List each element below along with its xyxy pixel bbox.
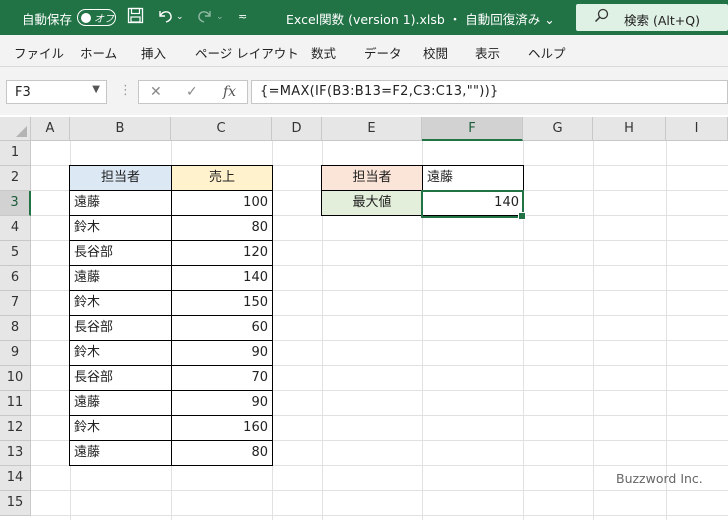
- row-header-1[interactable]: 1: [0, 141, 31, 166]
- row-header-15[interactable]: 15: [0, 491, 31, 516]
- active-cell-indicator[interactable]: [421, 190, 526, 220]
- tab-insert[interactable]: 挿入: [141, 43, 166, 62]
- row-header-14[interactable]: 14: [0, 466, 31, 491]
- tab-file[interactable]: ファイル: [14, 43, 64, 62]
- row-header-4[interactable]: 4: [0, 216, 31, 241]
- redo-dropdown-icon[interactable]: ⌄: [216, 12, 224, 22]
- row-header-13[interactable]: 13: [0, 441, 31, 466]
- sales-cell[interactable]: 100: [171, 190, 273, 216]
- sales-cell[interactable]: 160: [171, 415, 273, 441]
- search-icon: [594, 8, 609, 27]
- row-header-10[interactable]: 10: [0, 366, 31, 391]
- cancel-icon[interactable]: ✕: [150, 84, 162, 100]
- sales-cell[interactable]: 120: [171, 240, 273, 266]
- person-cell[interactable]: 長谷部: [69, 240, 172, 266]
- column-header-d[interactable]: D: [272, 117, 322, 141]
- insert-function-icon[interactable]: fx: [223, 84, 236, 100]
- enter-icon[interactable]: ✓: [186, 84, 198, 100]
- column-header-g[interactable]: G: [523, 117, 593, 141]
- save-icon[interactable]: [127, 7, 144, 28]
- select-all-button[interactable]: [0, 117, 31, 141]
- person-cell[interactable]: 鈴木: [69, 290, 172, 316]
- redo-icon[interactable]: [196, 7, 214, 28]
- person-cell[interactable]: 鈴木: [69, 340, 172, 366]
- row-header-3[interactable]: 3: [0, 191, 31, 216]
- tab-view[interactable]: 表示: [475, 43, 500, 62]
- column-header-c[interactable]: C: [171, 117, 272, 141]
- column-header-i[interactable]: I: [666, 117, 728, 141]
- sales-cell[interactable]: 90: [171, 390, 273, 416]
- column-header-f[interactable]: F: [422, 117, 523, 141]
- row-header-11[interactable]: 11: [0, 391, 31, 416]
- row-header-9[interactable]: 9: [0, 341, 31, 366]
- tab-help[interactable]: ヘルプ: [528, 43, 566, 62]
- sales-cell[interactable]: 140: [171, 265, 273, 291]
- sales-cell[interactable]: 80: [171, 440, 273, 466]
- ribbon-tabs: ファイル ホーム 挿入 ページ レイアウト 数式 データ 校閲 表示 ヘルプ: [0, 35, 728, 67]
- undo-dropdown-icon[interactable]: ⌄: [176, 12, 184, 22]
- person-cell[interactable]: 遠藤: [69, 440, 172, 466]
- sales-cell[interactable]: 150: [171, 290, 273, 316]
- lookup-person-value-cell[interactable]: 遠藤: [422, 165, 524, 191]
- header-sales-cell[interactable]: 売上: [171, 165, 273, 191]
- person-cell[interactable]: 鈴木: [69, 215, 172, 241]
- sales-cell[interactable]: 90: [171, 340, 273, 366]
- tab-formulas[interactable]: 数式: [311, 43, 336, 62]
- name-box-value: F3: [15, 85, 31, 100]
- toggle-knob: [81, 12, 91, 23]
- row-header-2[interactable]: 2: [0, 166, 31, 191]
- gridline: [666, 141, 667, 520]
- search-box[interactable]: 検索 (Alt+Q): [576, 4, 728, 31]
- row-header-6[interactable]: 6: [0, 266, 31, 291]
- person-cell[interactable]: 遠藤: [69, 390, 172, 416]
- autosave-label: 自動保存: [22, 12, 73, 27]
- sales-cell[interactable]: 70: [171, 365, 273, 391]
- sales-cell[interactable]: 60: [171, 315, 273, 341]
- person-cell[interactable]: 鈴木: [69, 415, 172, 441]
- formula-buttons: ✕ ✓ fx: [138, 80, 248, 104]
- person-cell[interactable]: 遠藤: [69, 265, 172, 291]
- column-header-b[interactable]: B: [70, 117, 171, 141]
- window-title: Excel関数 (version 1).xlsb ・ 自動回復済み ⌄: [286, 12, 555, 27]
- column-header-h[interactable]: H: [593, 117, 666, 141]
- row-header-12[interactable]: 12: [0, 416, 31, 441]
- row-header-7[interactable]: 7: [0, 291, 31, 316]
- person-cell[interactable]: 遠藤: [69, 190, 172, 216]
- person-cell[interactable]: 長谷部: [69, 365, 172, 391]
- column-header-e[interactable]: E: [322, 117, 422, 141]
- sales-cell[interactable]: 80: [171, 215, 273, 241]
- formula-text: {=MAX(IF(B3:B13=F2,C3:C13,""))}: [260, 84, 499, 99]
- undo-icon[interactable]: [156, 7, 174, 28]
- search-label: 検索 (Alt+Q): [624, 13, 700, 28]
- title-bar: 自動保存 オフ ⌄ ⌄ ≂ Excel関数 (version 1).xlsb ・…: [0, 0, 728, 35]
- column-header-a[interactable]: A: [31, 117, 70, 141]
- gridline: [593, 141, 594, 520]
- autosave-toggle[interactable]: オフ: [77, 9, 116, 26]
- row-header-5[interactable]: 5: [0, 241, 31, 266]
- name-box[interactable]: F3 ▼: [6, 80, 107, 104]
- splitter-handle-icon[interactable]: ⋮: [119, 83, 132, 98]
- header-person-cell[interactable]: 担当者: [69, 165, 172, 191]
- name-box-dropdown-icon[interactable]: ▼: [92, 84, 100, 95]
- row-header-8[interactable]: 8: [0, 316, 31, 341]
- person-cell[interactable]: 長谷部: [69, 315, 172, 341]
- customize-qat-icon[interactable]: ≂: [238, 10, 247, 23]
- autosave-state: オフ: [94, 14, 114, 25]
- tab-data[interactable]: データ: [364, 43, 402, 62]
- formula-input[interactable]: {=MAX(IF(B3:B13=F2,C3:C13,""))}: [251, 80, 728, 104]
- lookup-max-label-cell[interactable]: 最大値: [321, 190, 423, 216]
- lookup-person-label-cell[interactable]: 担当者: [321, 165, 423, 191]
- tab-review[interactable]: 校閲: [423, 43, 448, 62]
- tab-home[interactable]: ホーム: [80, 43, 117, 62]
- watermark: Buzzword Inc.: [616, 471, 703, 486]
- tab-page-layout[interactable]: ページ レイアウト: [195, 43, 299, 62]
